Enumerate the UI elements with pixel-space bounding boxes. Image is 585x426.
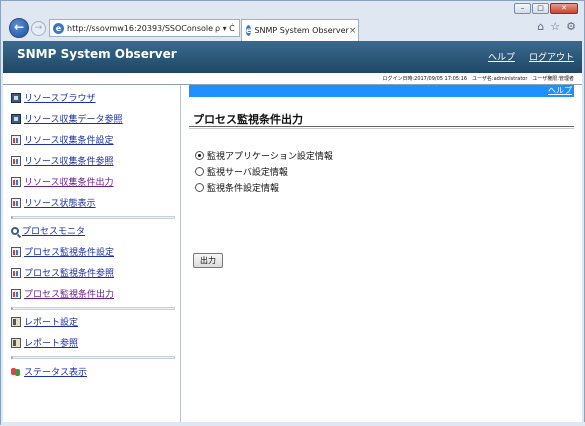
sidebar-item-resource-condition-output[interactable]: リソース収集条件出力 [11, 175, 114, 188]
option-condition-settings[interactable]: 監視条件設定情報 [195, 181, 279, 194]
option-label[interactable]: 監視条件設定情報 [207, 181, 279, 194]
sidebar-item-resource-data[interactable]: リソース収集データ参照 [11, 112, 123, 125]
ie-page-icon: e [53, 22, 64, 34]
browser-window: – □ ✕ ← → e http://ssovmw16:20393/SSOCon… [0, 0, 585, 426]
radio-button[interactable] [195, 167, 204, 176]
page-title: プロセス監視条件出力 [193, 113, 303, 126]
radio-button[interactable] [195, 151, 204, 160]
magnifier-icon [11, 226, 19, 235]
back-arrow-icon[interactable]: ← [9, 18, 29, 38]
main-help-bar: ヘルプ [189, 85, 574, 97]
sidebar-item-process-monitor[interactable]: プロセスモニタ [11, 224, 85, 237]
sidebar-item-label[interactable]: プロセス監視条件参照 [24, 266, 114, 279]
browser-toolbar: ← → e http://ssovmw16:20393/SSOConsole/m… [3, 15, 582, 41]
sidebar-item-resource-browser[interactable]: リソースブラウザ [11, 91, 96, 104]
sidebar-item-report-reference[interactable]: レポート参照 [11, 336, 78, 349]
sidebar-item-label[interactable]: プロセス監視条件設定 [24, 245, 114, 258]
status-people-icon [11, 367, 21, 377]
tab-title: SNMP System Observer [254, 26, 349, 35]
book-icon [11, 337, 21, 348]
address-bar[interactable]: e http://ssovmw16:20393/SSOConsole/main … [49, 19, 240, 37]
settings-gear-icon[interactable]: ⚙ [566, 20, 576, 33]
sidebar-item-process-condition-setting[interactable]: プロセス監視条件設定 [11, 245, 114, 258]
sidebar-item-report-setting[interactable]: レポート設定 [11, 315, 78, 328]
option-app-settings[interactable]: 監視アプリケーション設定情報 [195, 149, 333, 162]
option-label[interactable]: 監視アプリケーション設定情報 [207, 149, 333, 162]
output-button[interactable]: 出力 [193, 253, 223, 268]
resource-browser-icon [11, 92, 21, 103]
book-icon [11, 316, 21, 327]
close-window-button[interactable]: ✕ [550, 3, 578, 14]
minimize-button[interactable]: – [514, 3, 531, 14]
address-url[interactable]: http://ssovmw16:20393/SSOConsole/main [67, 24, 213, 33]
title-divider [189, 126, 574, 129]
graph-icon [11, 176, 21, 187]
sidebar-item-status[interactable]: ステータス表示 [11, 365, 87, 378]
logout-link[interactable]: ログアウト [529, 50, 574, 63]
graph-icon [11, 113, 21, 124]
status-bar [1, 422, 585, 426]
login-info: ログイン日時:2017/09/05 17:05:16 ユーザ名:administ… [3, 73, 582, 85]
sidebar-item-label[interactable]: プロセスモニタ [22, 224, 85, 237]
sidebar-item-label[interactable]: リソース状態表示 [24, 196, 96, 209]
ie-tab-icon: e [246, 25, 252, 36]
sidebar-item-resource-status[interactable]: リソース状態表示 [11, 196, 96, 209]
option-label[interactable]: 監視サーバ設定情報 [207, 165, 288, 178]
sidebar-item-resource-condition-setting[interactable]: リソース収集条件設定 [11, 133, 114, 146]
sidebar-item-resource-condition-reference[interactable]: リソース収集条件参照 [11, 154, 114, 167]
graph-icon [11, 267, 21, 278]
graph-icon [11, 155, 21, 166]
forward-arrow-icon[interactable]: → [31, 21, 46, 36]
tab-close-icon[interactable]: × [349, 26, 357, 36]
sidebar-item-label[interactable]: プロセス監視条件出力 [24, 287, 114, 300]
sidebar-item-label[interactable]: リソースブラウザ [24, 91, 96, 104]
sidebar-item-label[interactable]: ステータス表示 [24, 365, 87, 378]
sidebar-divider [11, 307, 175, 310]
home-icon[interactable]: ⌂ [537, 20, 544, 33]
help-link[interactable]: ヘルプ [488, 50, 515, 63]
sidebar-item-process-condition-reference[interactable]: プロセス監視条件参照 [11, 266, 114, 279]
browser-tab[interactable]: e SNMP System Observer × [241, 19, 359, 41]
main-panel: ヘルプ プロセス監視条件出力 監視アプリケーション設定情報 監視サーバ設定情報 … [185, 85, 580, 423]
window-controls: – □ ✕ [514, 3, 578, 14]
app-brand: SNMP System Observer [17, 47, 177, 61]
graph-icon [11, 197, 21, 208]
sidebar-item-label[interactable]: レポート参照 [24, 336, 78, 349]
option-server-settings[interactable]: 監視サーバ設定情報 [195, 165, 288, 178]
radio-button[interactable] [195, 183, 204, 192]
sidebar-item-label[interactable]: リソース収集条件参照 [24, 154, 114, 167]
address-tools[interactable]: ρ ▾ Ć [215, 24, 235, 33]
sidebar-item-process-condition-output[interactable]: プロセス監視条件出力 [11, 287, 114, 300]
sidebar-item-label[interactable]: リソース収集条件出力 [24, 175, 114, 188]
maximize-button[interactable]: □ [532, 3, 549, 14]
sidebar-item-label[interactable]: リソース収集データ参照 [24, 112, 123, 125]
app-header: SNMP System Observer ヘルプ ログアウト [3, 41, 582, 73]
page-content: SNMP System Observer ヘルプ ログアウト ログイン日時:20… [3, 41, 582, 423]
graph-icon [11, 288, 21, 299]
browser-icons: ⌂ ☆ ⚙ [537, 20, 576, 33]
main-help-link[interactable]: ヘルプ [548, 85, 572, 97]
graph-icon [11, 134, 21, 145]
graph-icon [11, 246, 21, 257]
sidebar: リソースブラウザ リソース収集データ参照 リソース収集条件設定 リソース収集条件… [3, 85, 181, 423]
favorites-star-icon[interactable]: ☆ [550, 20, 560, 33]
sidebar-divider [11, 216, 175, 219]
sidebar-item-label[interactable]: リソース収集条件設定 [24, 133, 114, 146]
sidebar-divider [11, 356, 175, 359]
sidebar-item-label[interactable]: レポート設定 [24, 315, 78, 328]
header-links: ヘルプ ログアウト [488, 50, 574, 63]
